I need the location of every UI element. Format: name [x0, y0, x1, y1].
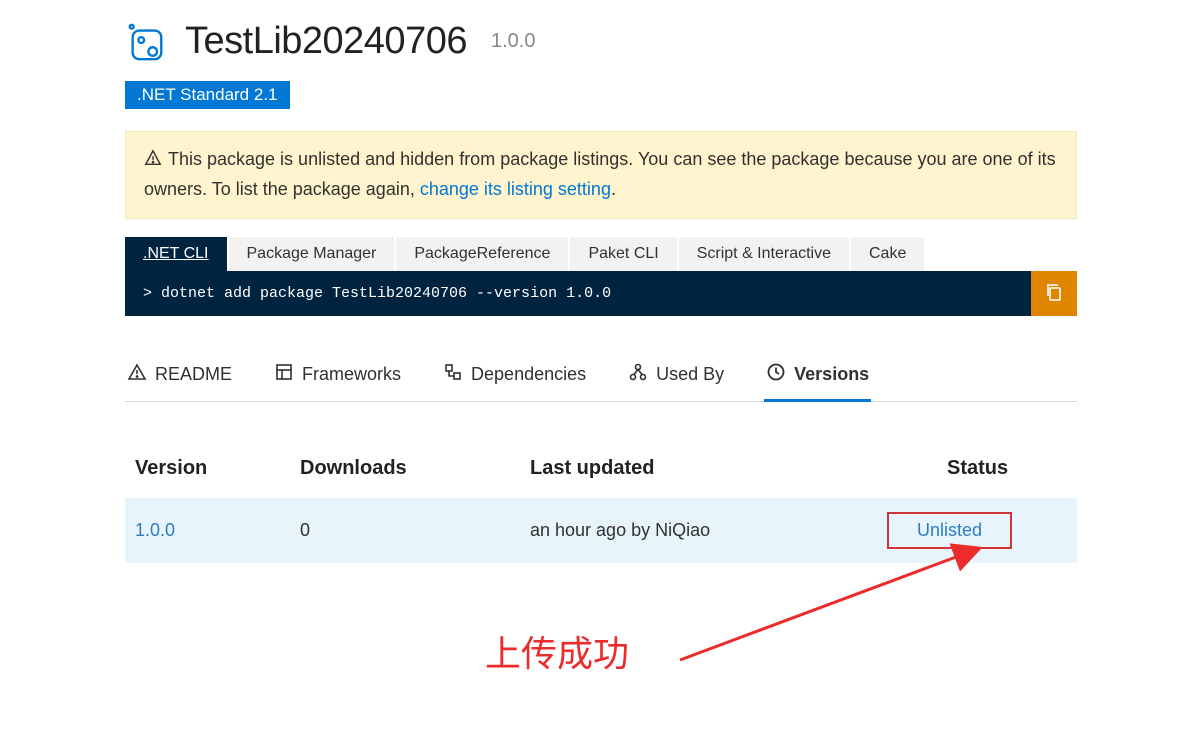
cmd-tab-pm[interactable]: Package Manager: [229, 237, 395, 271]
copy-icon: [1044, 282, 1064, 305]
package-icon: [125, 21, 167, 63]
listing-setting-link[interactable]: change its listing setting: [420, 179, 611, 199]
col-status: Status: [877, 457, 1077, 498]
frameworks-icon: [274, 362, 294, 387]
tab-dependencies[interactable]: Dependencies: [441, 356, 588, 402]
tab-readme-label: README: [155, 364, 232, 385]
copy-command-button[interactable]: [1031, 271, 1077, 316]
annotation-overlay: 上传成功: [125, 540, 1085, 720]
downloads-cell: 0: [290, 498, 520, 563]
versions-table: Version Downloads Last updated Status 1.…: [125, 457, 1077, 563]
tab-readme[interactable]: README: [125, 356, 234, 402]
install-command-text[interactable]: > dotnet add package TestLib20240706 --v…: [125, 271, 1031, 316]
cmd-tab-script[interactable]: Script & Interactive: [679, 237, 849, 271]
col-downloads: Downloads: [290, 457, 520, 498]
tab-frameworks[interactable]: Frameworks: [272, 356, 403, 402]
usedby-icon: [628, 362, 648, 387]
cmd-tab-netcli[interactable]: .NET CLI: [125, 237, 227, 271]
cmd-tab-paket[interactable]: Paket CLI: [570, 237, 676, 271]
warning-triangle-icon: [127, 362, 147, 387]
package-name: TestLib20240706: [185, 20, 467, 63]
section-tabs: README Frameworks Dependencies Used By V…: [125, 356, 1077, 402]
tab-versions[interactable]: Versions: [764, 356, 871, 402]
install-command-pane: > dotnet add package TestLib20240706 --v…: [125, 271, 1077, 316]
tab-dependencies-label: Dependencies: [471, 364, 586, 385]
alert-text-suffix: .: [611, 179, 616, 199]
install-command-tabs: .NET CLI Package Manager PackageReferenc…: [125, 237, 1077, 271]
tab-usedby-label: Used By: [656, 364, 724, 385]
annotation-label: 上传成功: [485, 625, 629, 677]
tab-versions-label: Versions: [794, 364, 869, 385]
package-title-row: TestLib20240706 1.0.0: [125, 20, 1077, 63]
updated-cell: an hour ago by NiQiao: [520, 498, 877, 563]
table-row[interactable]: 1.0.0 0 an hour ago by NiQiao Unlisted: [125, 498, 1077, 563]
dependencies-icon: [443, 362, 463, 387]
version-link[interactable]: 1.0.0: [135, 520, 175, 540]
col-updated: Last updated: [520, 457, 877, 498]
framework-badges: .NET Standard 2.1: [125, 81, 1077, 109]
cmd-tab-cake[interactable]: Cake: [851, 237, 924, 271]
framework-badge[interactable]: .NET Standard 2.1: [125, 81, 290, 109]
table-header-row: Version Downloads Last updated Status: [125, 457, 1077, 498]
col-version: Version: [125, 457, 290, 498]
unlisted-alert: This package is unlisted and hidden from…: [125, 131, 1077, 219]
cmd-tab-packageref[interactable]: PackageReference: [396, 237, 568, 271]
tab-usedby[interactable]: Used By: [626, 356, 726, 402]
package-version: 1.0.0: [491, 30, 535, 53]
tab-frameworks-label: Frameworks: [302, 364, 401, 385]
status-badge[interactable]: Unlisted: [887, 512, 1012, 549]
warning-icon: [144, 148, 162, 176]
versions-icon: [766, 362, 786, 387]
